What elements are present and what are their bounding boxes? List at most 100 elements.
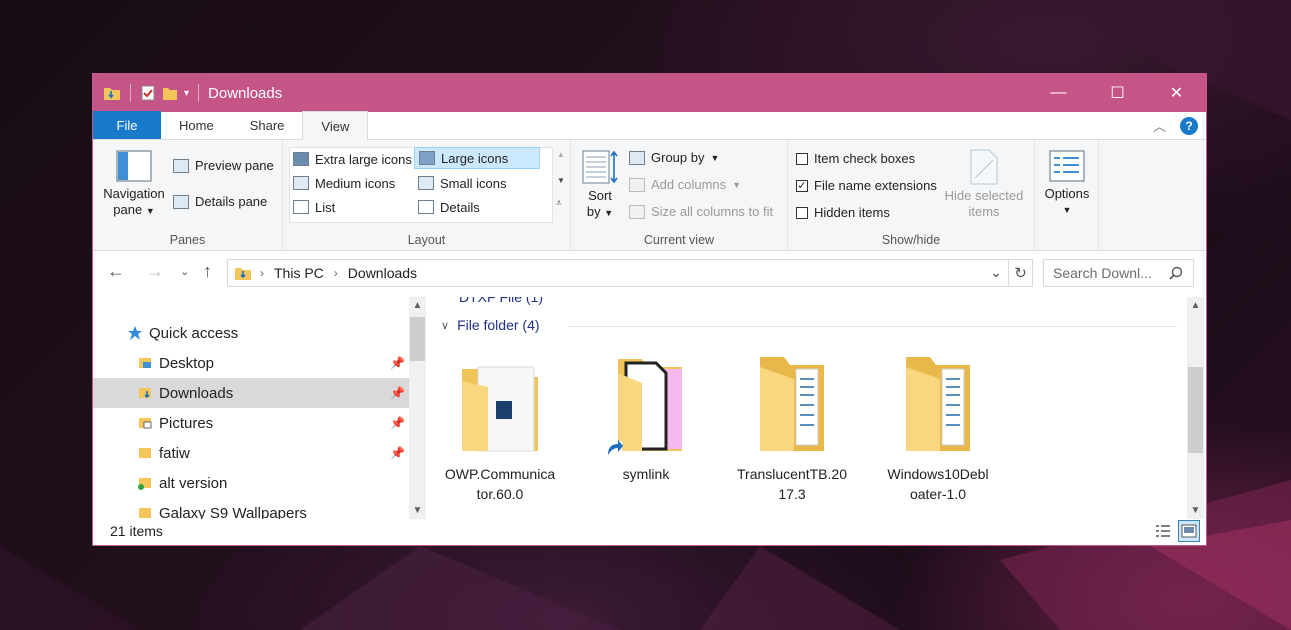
layout-small-icons-label: Small icons	[440, 175, 507, 191]
breadcrumb-chevron-icon[interactable]: ›	[260, 266, 264, 280]
large-icons-view-icon	[1181, 524, 1197, 538]
breadcrumb-this-pc[interactable]: This PC	[274, 265, 324, 281]
hide-selected-label: Hide selected	[944, 188, 1024, 203]
sort-by-label: Sort	[588, 188, 612, 203]
hidden-items-checkbox[interactable]	[796, 206, 808, 219]
layout-gallery-more-icon[interactable]: ⩡	[556, 198, 562, 209]
hidden-items-toggle[interactable]: Hidden items	[796, 205, 890, 220]
dropdown-arrow-icon: ▼	[145, 206, 155, 216]
group-by-label: Group by	[651, 150, 705, 165]
preview-pane-icon	[173, 158, 189, 173]
tab-file[interactable]: File	[93, 111, 161, 139]
scroll-up-icon[interactable]: ▲	[409, 297, 426, 314]
refresh-icon[interactable]: ↻	[1008, 260, 1032, 286]
nav-item-quick-access[interactable]: Quick access	[93, 318, 409, 348]
nav-item-pictures[interactable]: Pictures 📌	[93, 408, 409, 438]
file-list-pane: DTXF File (1) ∨ File folder (4) OWP.Comm…	[435, 297, 1185, 519]
details-pane-button[interactable]: Details pane	[173, 194, 267, 209]
nav-item-alt-version[interactable]: alt version	[93, 468, 409, 498]
search-input[interactable]: Search Downl...	[1043, 259, 1194, 287]
dropdown-arrow-icon: ▼	[1062, 205, 1072, 215]
maximize-button[interactable]: ☐	[1088, 74, 1147, 112]
layout-details[interactable]: Details	[414, 196, 484, 218]
scroll-thumb[interactable]	[1188, 367, 1203, 453]
pin-icon[interactable]: 📌	[390, 416, 405, 430]
layout-medium-icons[interactable]: Medium icons	[289, 172, 399, 194]
group-header-file-folder[interactable]: ∨ File folder (4)	[441, 317, 1177, 333]
navigation-pane-button[interactable]: Navigation pane ▼	[101, 150, 167, 219]
file-pane-scrollbar[interactable]: ▲ ▼	[1187, 297, 1204, 519]
list-icon	[293, 200, 309, 214]
address-history-chevron-icon[interactable]: ⌄	[990, 264, 1002, 281]
sort-by-icon	[582, 150, 618, 184]
sort-by-button[interactable]: Sort by ▼	[579, 148, 621, 221]
add-columns-icon	[629, 177, 645, 192]
layout-extra-large-icons-label: Extra large icons	[315, 151, 412, 167]
pin-icon[interactable]: 📌	[390, 356, 405, 370]
item-check-boxes-checkbox[interactable]	[796, 152, 808, 165]
file-item-owp-communicator[interactable]: OWP.Communica tor.60.0	[435, 355, 565, 504]
show-hide-group: Item check boxes ✓ File name extensions …	[788, 140, 1035, 250]
properties-icon[interactable]	[140, 85, 156, 101]
up-arrow-icon[interactable]: ↑	[203, 261, 212, 282]
preview-pane-button[interactable]: Preview pane	[173, 158, 274, 173]
address-bar[interactable]: › This PC › Downloads ⌄ ↻	[227, 259, 1033, 287]
size-all-columns-button[interactable]: Size all columns to fit	[629, 204, 773, 219]
help-button[interactable]: ?	[1180, 116, 1198, 135]
partial-group-header: DTXF File (1)	[459, 297, 543, 305]
layout-extra-large-icons[interactable]: Extra large icons	[289, 148, 416, 170]
breadcrumb-downloads[interactable]: Downloads	[348, 265, 417, 281]
layout-list-label: List	[315, 199, 336, 215]
nav-item-downloads[interactable]: Downloads 📌	[93, 378, 409, 408]
layout-list[interactable]: List	[289, 196, 339, 218]
large-icons-view-button[interactable]	[1178, 520, 1200, 542]
scroll-thumb[interactable]	[410, 317, 425, 361]
nav-item-fatiw[interactable]: fatiw 📌	[93, 438, 409, 468]
layout-large-icons[interactable]: Large icons	[414, 147, 540, 169]
tab-view[interactable]: View	[302, 111, 369, 140]
show-hide-group-label: Show/hide	[881, 233, 941, 247]
customize-toolbar-chevron-icon[interactable]: ▾	[184, 88, 189, 99]
layout-gallery-scroll-up-icon[interactable]: ▲	[557, 150, 565, 159]
group-by-button[interactable]: Group by ▼	[629, 150, 719, 165]
folder-icon	[139, 448, 151, 458]
file-name-extensions-checkbox[interactable]: ✓	[796, 179, 808, 192]
add-columns-label: Add columns	[651, 177, 727, 192]
minimize-button[interactable]: —	[1029, 74, 1088, 112]
layout-small-icons[interactable]: Small icons	[414, 172, 510, 194]
breadcrumb-chevron-icon[interactable]: ›	[334, 266, 338, 280]
dropdown-arrow-icon: ▼	[604, 208, 614, 218]
recent-locations-chevron-icon[interactable]: ⌄	[180, 265, 189, 278]
hide-selected-items-button[interactable]: Hide selected items	[940, 148, 1028, 220]
pin-icon[interactable]: 📌	[390, 446, 405, 460]
tab-home[interactable]: Home	[161, 111, 232, 139]
options-button[interactable]: Options ▼	[1039, 150, 1095, 218]
collapse-ribbon-chevron-up-icon[interactable]: ︿	[1153, 116, 1166, 135]
details-view-button[interactable]	[1152, 520, 1174, 542]
options-icon	[1049, 150, 1085, 182]
chevron-down-icon[interactable]: ∨	[441, 319, 449, 332]
file-item-symlink[interactable]: symlink	[581, 355, 711, 484]
new-folder-icon[interactable]	[162, 85, 178, 101]
nav-item-galaxy-s9-wallpapers[interactable]: Galaxy S9 Wallpapers	[93, 498, 409, 519]
file-name-extensions-toggle[interactable]: ✓ File name extensions	[796, 178, 937, 193]
status-bar: 21 items	[93, 517, 1206, 545]
hidden-items-label: Hidden items	[814, 205, 890, 220]
forward-arrow-icon[interactable]: →	[146, 261, 164, 282]
nav-pane-scrollbar[interactable]: ▲ ▼	[409, 297, 426, 519]
tab-share[interactable]: Share	[232, 111, 303, 139]
nav-item-label: Downloads	[159, 384, 234, 402]
nav-item-desktop[interactable]: Desktop 📌	[93, 348, 409, 378]
item-check-boxes-label: Item check boxes	[814, 151, 916, 166]
scroll-up-icon[interactable]: ▲	[1187, 297, 1204, 314]
layout-gallery-scroll-down-icon[interactable]: ▼	[557, 176, 565, 185]
pin-icon[interactable]: 📌	[390, 386, 405, 400]
preview-pane-label: Preview pane	[195, 158, 274, 173]
nav-item-label: Quick access	[149, 324, 239, 342]
close-button[interactable]: ✕	[1147, 74, 1206, 112]
back-arrow-icon[interactable]: ←	[107, 261, 125, 282]
item-check-boxes-toggle[interactable]: Item check boxes	[796, 151, 915, 166]
file-item-windows10debloater[interactable]: Windows10Debl oater-1.0	[873, 355, 1003, 504]
file-item-translucenttb[interactable]: TranslucentTB.20 17.3	[727, 355, 857, 504]
add-columns-button[interactable]: Add columns ▼	[629, 177, 741, 192]
